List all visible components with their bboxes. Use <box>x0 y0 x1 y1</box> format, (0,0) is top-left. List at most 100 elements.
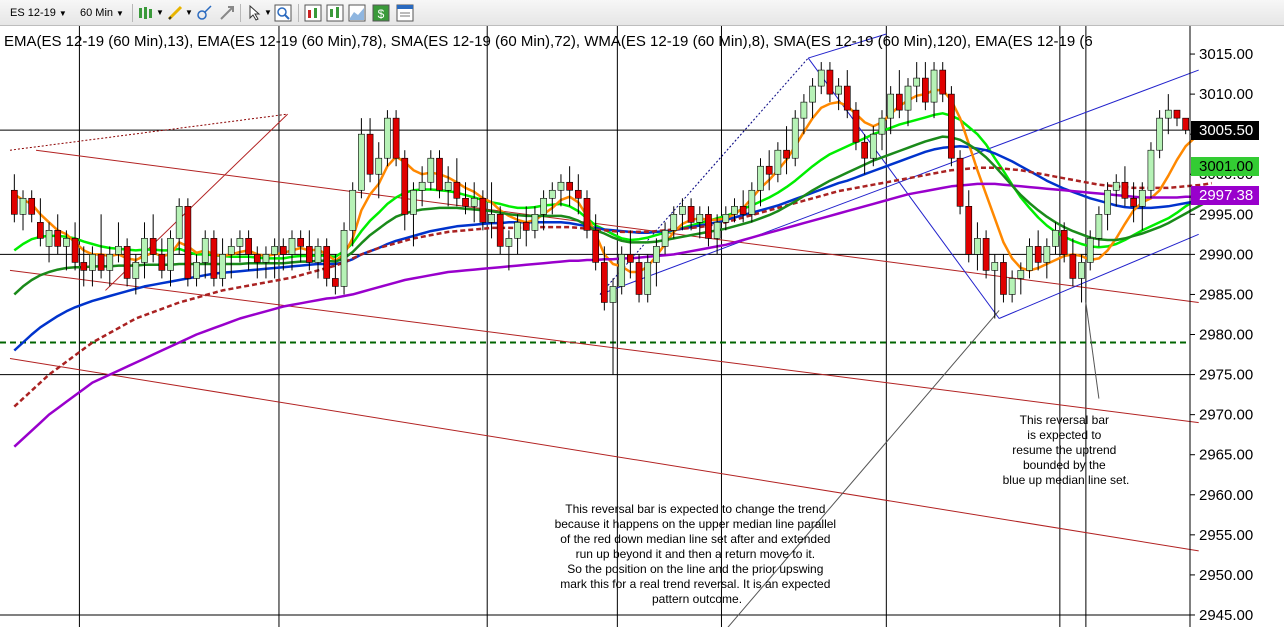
interval-selector[interactable]: 60 Min ▼ <box>76 4 128 22</box>
svg-text:$: $ <box>378 7 385 21</box>
candle-body <box>974 238 981 255</box>
dollar-chart-icon[interactable]: $ <box>372 4 390 22</box>
candle <box>158 238 166 279</box>
candle <box>45 222 53 263</box>
candle <box>1069 238 1077 287</box>
candle <box>71 222 79 271</box>
candle <box>184 198 192 287</box>
candle <box>896 70 903 119</box>
candle <box>401 150 409 231</box>
instrument-selector[interactable]: ES 12-19 ▼ <box>6 4 71 22</box>
candle <box>540 190 547 231</box>
candle <box>349 182 357 247</box>
candle-body <box>332 278 339 287</box>
candle-body <box>1026 246 1033 271</box>
cursor-icon[interactable] <box>218 4 236 22</box>
candle-body <box>245 238 252 255</box>
candle-body <box>679 206 686 215</box>
candle-body <box>193 262 200 279</box>
bar-style-icon[interactable] <box>137 4 155 22</box>
toolbar-separator <box>132 4 133 22</box>
crosshair-zoom-icon[interactable] <box>195 4 213 22</box>
drawing-pencil-icon[interactable] <box>166 4 184 22</box>
add-indicator-icon[interactable] <box>304 4 322 22</box>
candle <box>167 230 174 287</box>
candle-body <box>522 222 530 231</box>
chevron-down-icon[interactable]: ▼ <box>156 4 164 22</box>
candle <box>878 110 886 151</box>
magnifier-icon[interactable] <box>274 4 292 22</box>
cursor-icon[interactable] <box>246 4 264 22</box>
candle-body <box>1156 117 1163 151</box>
candle-body <box>1069 254 1077 279</box>
candle <box>791 110 799 167</box>
axis-tick-label: 2970.00 <box>1199 407 1253 424</box>
candle-body <box>991 262 999 271</box>
candle <box>1156 110 1163 159</box>
axis-tick-label: 2950.00 <box>1199 567 1253 584</box>
candle <box>37 198 44 247</box>
candle <box>1000 254 1007 303</box>
candle <box>314 238 322 279</box>
candle-body <box>696 214 704 223</box>
candle <box>765 150 773 191</box>
candle-body <box>1182 117 1189 131</box>
candle <box>1121 166 1129 207</box>
candle <box>522 206 530 247</box>
candle <box>531 206 539 239</box>
axis-tick-label: 2995.00 <box>1199 206 1253 223</box>
chart-toolbar: ES 12-19 ▼ 60 Min ▼ ▼ ▼ ▼ $ <box>0 0 1284 26</box>
candle <box>982 230 990 279</box>
axis-tick-label: 2990.00 <box>1199 246 1253 263</box>
area-chart-icon[interactable] <box>348 4 366 22</box>
candle-body <box>123 246 131 279</box>
candle-body <box>1147 149 1155 191</box>
candle-body <box>444 181 452 191</box>
candle <box>904 78 912 127</box>
candle-body <box>340 230 348 287</box>
candle <box>1147 142 1155 199</box>
ma-line-wma-8 <box>13 88 1196 274</box>
annotation-line: bounded by the <box>1023 458 1106 472</box>
candle-body <box>375 157 383 175</box>
candle-body <box>774 149 782 175</box>
candle-body <box>1104 189 1111 215</box>
candle <box>340 222 348 295</box>
axis-tick-label: 2955.00 <box>1199 527 1253 544</box>
properties-icon[interactable] <box>396 4 414 22</box>
candle <box>1034 230 1042 271</box>
candle-body <box>132 262 140 279</box>
price-chart[interactable]: 3015.003010.003005.003000.002995.002990.… <box>0 26 1284 627</box>
candle-body <box>531 214 539 231</box>
candle-body <box>410 189 417 215</box>
axis-tick-label: 2965.00 <box>1199 447 1253 464</box>
candle-icon[interactable] <box>326 4 344 22</box>
candle-body <box>757 165 764 191</box>
chevron-down-icon[interactable]: ▼ <box>185 4 193 22</box>
candle-body <box>1043 246 1051 263</box>
axis-tick-label: 2985.00 <box>1199 286 1253 303</box>
indicator-legend: EMA(ES 12-19 (60 Min),13), EMA(ES 12-19 … <box>4 33 1093 50</box>
chevron-down-icon[interactable]: ▼ <box>264 4 272 22</box>
candle-body <box>453 181 461 199</box>
interval-label: 60 Min <box>80 7 114 19</box>
candle <box>444 166 452 207</box>
candle-body <box>219 254 226 279</box>
candle-body <box>115 246 122 255</box>
candle <box>661 222 669 255</box>
candle <box>774 142 782 183</box>
candle-body <box>401 157 409 215</box>
candle <box>201 230 209 279</box>
candle-body <box>201 238 209 263</box>
candle-body <box>1121 181 1129 199</box>
candle-body <box>167 238 174 271</box>
candle-body <box>843 85 851 111</box>
annotation-line: run up beyond it and then a return move … <box>576 547 815 561</box>
candle <box>653 238 660 287</box>
candle-body <box>601 262 608 303</box>
candle-body <box>37 222 44 239</box>
candle-body <box>28 197 36 215</box>
annotation-line: mark this for a real trend reversal. It … <box>560 577 830 591</box>
candle <box>141 222 148 279</box>
annotation-line: blue up median line set. <box>1003 473 1130 487</box>
